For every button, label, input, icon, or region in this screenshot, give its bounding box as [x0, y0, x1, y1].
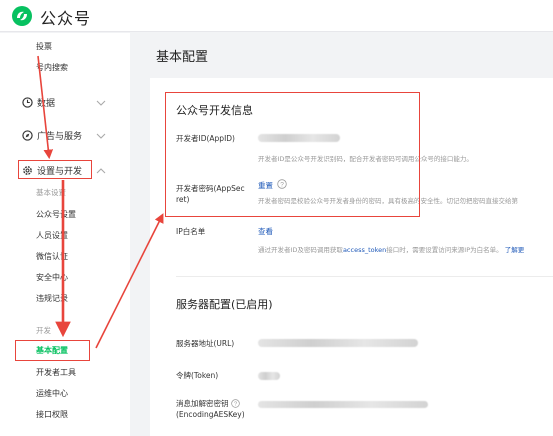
- chevron-down-icon[interactable]: [96, 133, 106, 139]
- ip-whitelist-view-link[interactable]: 查看: [258, 226, 273, 237]
- section-divider: [176, 276, 553, 277]
- sidebar-item-ops-center[interactable]: 运维中心: [36, 388, 68, 399]
- sidebar-item-security-center[interactable]: 安全中心: [36, 272, 68, 283]
- aes-key-value-redacted: [258, 401, 428, 408]
- sidebar-item-wechat-verification[interactable]: 微信认证: [36, 251, 68, 262]
- clock-icon: [22, 97, 33, 108]
- server-url-value-redacted: [258, 339, 418, 347]
- sidebar-item-dev-tools[interactable]: 开发者工具: [36, 367, 76, 378]
- sidebar-section-data-label: 数据: [37, 99, 56, 109]
- sidebar-item-violation-records[interactable]: 违规记录: [36, 293, 68, 304]
- annotation-box-dev-info: [165, 92, 420, 217]
- access-token-link[interactable]: access_token: [343, 246, 386, 254]
- learn-more-link[interactable]: 了解更: [505, 246, 525, 254]
- compass-icon: [22, 130, 33, 141]
- sidebar-item-api-permissions[interactable]: 接口权限: [36, 409, 68, 420]
- ip-hint-prefix: 通过开发者ID及密码调用获取: [258, 246, 343, 254]
- chevron-up-icon[interactable]: [96, 168, 106, 174]
- sidebar-group-basic-settings: 基本设置: [36, 188, 66, 197]
- token-value-redacted: [258, 372, 280, 380]
- chevron-down-icon[interactable]: [96, 100, 106, 106]
- sidebar-group-dev: 开发: [36, 326, 51, 335]
- ip-whitelist-label: IP白名单: [176, 227, 206, 236]
- server-url-label: 服务器地址(URL): [176, 339, 235, 348]
- sidebar-item-account-settings[interactable]: 公众号设置: [36, 209, 76, 220]
- wechat-official-account-logo-icon: [12, 6, 32, 26]
- aes-key-label-line1: 消息加解密密钥: [176, 399, 229, 408]
- ip-whitelist-hint: 通过开发者ID及密码调用获取access_token接口时，需要设置访问来源IP…: [258, 244, 524, 254]
- sidebar-item-member-settings[interactable]: 人员设置: [36, 230, 68, 241]
- brand-name: 公众号: [40, 9, 92, 28]
- token-label: 令牌(Token): [176, 371, 219, 380]
- sidebar-item-search[interactable]: 号内搜索: [36, 62, 68, 73]
- sidebar-section-ads[interactable]: 广告与服务: [22, 129, 82, 142]
- sidebar-section-data[interactable]: 数据: [22, 96, 55, 109]
- annotation-box-basic-config: [15, 340, 90, 361]
- annotation-box-settings: [18, 160, 92, 179]
- server-config-title: 服务器配置(已启用): [176, 298, 273, 311]
- help-icon[interactable]: ?: [231, 399, 240, 408]
- sidebar-section-ads-label: 广告与服务: [37, 132, 83, 142]
- sidebar-item-vote[interactable]: 投票: [36, 41, 52, 52]
- page-title: 基本配置: [156, 50, 209, 65]
- aes-key-label-line2: (EncodingAESKey): [176, 410, 245, 419]
- top-bar: 公众号: [0, 0, 553, 32]
- ip-hint-suffix: 接口时，需要设置访问来源IP为白名单。: [386, 246, 503, 254]
